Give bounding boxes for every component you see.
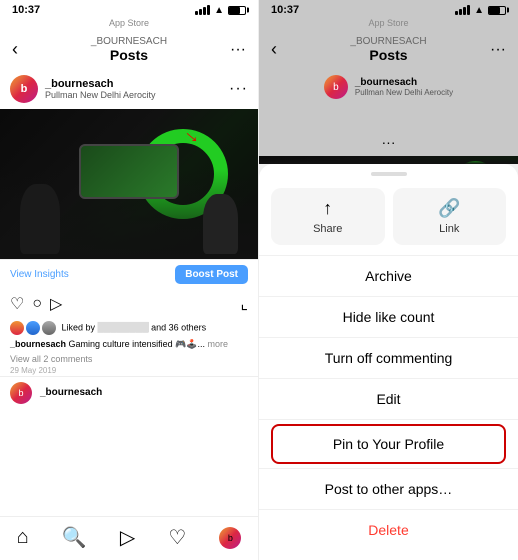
hide-like-item[interactable]: Hide like count bbox=[259, 297, 518, 337]
like-bar: ♡ ○ ▷ ⌞ bbox=[0, 289, 258, 319]
app-store-bar-right: App Store bbox=[259, 18, 518, 30]
post-image-preview-right bbox=[259, 156, 518, 164]
nav-heart-icon[interactable]: ♡ bbox=[168, 525, 186, 550]
status-bar-right: 10:37 ▲ bbox=[259, 0, 518, 18]
bottom-nav: ⌂ 🔍 ▷ ♡ b bbox=[0, 516, 258, 560]
post-username-left: _bournesach bbox=[45, 78, 156, 90]
archive-item[interactable]: Archive bbox=[259, 256, 518, 296]
header-content-left: _BOURNESACH Posts bbox=[91, 36, 167, 63]
battery-icon-right bbox=[488, 6, 506, 15]
like-icon[interactable]: ♡ bbox=[10, 294, 24, 314]
post-header-left: b _bournesach Pullman New Delhi Aerocity… bbox=[0, 69, 258, 109]
link-icon-sheet: 🔗 bbox=[438, 198, 460, 219]
share-icon-sheet: ↑ bbox=[323, 198, 332, 219]
post-image-left: → bbox=[0, 109, 258, 259]
nav-home-icon[interactable]: ⌂ bbox=[17, 526, 29, 549]
share-icon[interactable]: ▷ bbox=[50, 294, 62, 314]
liked-by-suffix: and 36 others bbox=[149, 322, 207, 332]
left-panel: 10:37 ▲ App Store ‹ _BOURNESACH Posts ··… bbox=[0, 0, 259, 560]
post-more-right[interactable]: ··· bbox=[382, 134, 396, 150]
header-title-left: Posts bbox=[91, 47, 167, 63]
header-username-left: _BOURNESACH bbox=[91, 36, 167, 47]
avatar-right: b bbox=[324, 75, 348, 99]
header-more-right[interactable]: ··· bbox=[490, 41, 506, 59]
post-user-info-right: _bournesach Pullman New Delhi Aerocity bbox=[355, 77, 453, 97]
view-comments[interactable]: View all 2 comments bbox=[0, 353, 258, 365]
signal-icon bbox=[195, 5, 210, 15]
post-header-right: b _bournesach Pullman New Delhi Aerocity… bbox=[259, 69, 518, 156]
post-user-left: b _bournesach Pullman New Delhi Aerocity bbox=[10, 75, 156, 103]
sheet-divider-5 bbox=[259, 419, 518, 420]
right-panel: 10:37 ▲ App Store ‹ _BOURNESACH Posts ··… bbox=[259, 0, 518, 560]
header-title-right: Posts bbox=[350, 47, 426, 63]
pin-to-profile-item[interactable]: Pin to Your Profile bbox=[271, 424, 506, 464]
caption-text: Gaming culture intensified 🎮🕹️... bbox=[69, 339, 205, 349]
signal-icon-right bbox=[455, 5, 470, 15]
header-content-right: _BOURNESACH Posts bbox=[350, 36, 426, 63]
back-button-left[interactable]: ‹ bbox=[12, 39, 18, 60]
post-location-right: Pullman New Delhi Aerocity bbox=[355, 88, 453, 97]
post-actions-bar: View Insights Boost Post bbox=[0, 259, 258, 289]
status-icons-left: ▲ bbox=[195, 5, 246, 16]
like-icons: ♡ ○ ▷ bbox=[10, 294, 62, 314]
avatar-left: b bbox=[10, 75, 38, 103]
wifi-icon-right: ▲ bbox=[474, 5, 484, 16]
status-bar-left: 10:37 ▲ bbox=[0, 0, 258, 18]
time-right: 10:37 bbox=[271, 4, 299, 16]
sheet-top-row: ↑ Share 🔗 Link bbox=[259, 188, 518, 255]
wifi-icon: ▲ bbox=[214, 5, 224, 16]
post-user-info-left: _bournesach Pullman New Delhi Aerocity bbox=[45, 78, 156, 100]
post-location-left: Pullman New Delhi Aerocity bbox=[45, 90, 156, 100]
view-insights-link[interactable]: View Insights bbox=[10, 269, 69, 280]
post-image-bg-left: → bbox=[0, 109, 258, 259]
header-left: ‹ _BOURNESACH Posts ··· bbox=[0, 30, 258, 69]
liked-by-avatars bbox=[10, 322, 62, 332]
post-user-right: b _bournesach Pullman New Delhi Aerocity bbox=[324, 75, 453, 99]
liked-by-prefix: Liked by bbox=[62, 322, 98, 332]
boost-post-button[interactable]: Boost Post bbox=[175, 265, 248, 284]
caption: _bournesach Gaming culture intensified 🎮… bbox=[0, 337, 258, 353]
header-more-left[interactable]: ··· bbox=[230, 41, 246, 59]
post-username-right: _bournesach bbox=[355, 77, 453, 88]
nav-profile-icon[interactable]: b bbox=[219, 527, 241, 549]
comment-icon[interactable]: ○ bbox=[32, 295, 42, 313]
bottom-sheet: ↑ Share 🔗 Link Archive Hide like count T… bbox=[259, 164, 518, 560]
nav-search-icon[interactable]: 🔍 bbox=[62, 525, 87, 550]
nav-reels-icon[interactable]: ▷ bbox=[120, 525, 135, 550]
post-to-other-apps-item[interactable]: Post to other apps… bbox=[259, 469, 518, 509]
status-icons-right: ▲ bbox=[455, 5, 506, 16]
time-left: 10:37 bbox=[12, 4, 40, 16]
battery-icon bbox=[228, 6, 246, 15]
comment-username: _bournesach bbox=[40, 387, 102, 398]
delete-item[interactable]: Delete bbox=[259, 510, 518, 550]
caption-username: _bournesach bbox=[10, 339, 66, 349]
more-label[interactable]: more bbox=[208, 339, 229, 349]
liked-by-name: ████████ bbox=[98, 322, 149, 332]
post-date: 29 May 2019 bbox=[0, 365, 258, 376]
header-username-right: _BOURNESACH bbox=[350, 36, 426, 47]
back-button-right[interactable]: ‹ bbox=[271, 39, 277, 60]
app-store-bar-left: App Store bbox=[0, 18, 258, 30]
comment-avatar: b bbox=[10, 382, 32, 404]
liked-by: Liked by ████████ and 36 others bbox=[0, 319, 258, 337]
turn-off-commenting-item[interactable]: Turn off commenting bbox=[259, 338, 518, 378]
bookmark-icon[interactable]: ⌞ bbox=[241, 294, 249, 314]
post-more-left[interactable]: ··· bbox=[229, 80, 248, 98]
header-right: ‹ _BOURNESACH Posts ··· bbox=[259, 30, 518, 69]
link-button[interactable]: 🔗 Link bbox=[393, 188, 507, 245]
link-label: Link bbox=[439, 223, 459, 235]
share-button[interactable]: ↑ Share bbox=[271, 188, 385, 245]
bottom-comment-area: b _bournesach bbox=[0, 376, 258, 409]
edit-item[interactable]: Edit bbox=[259, 379, 518, 419]
sheet-handle bbox=[371, 172, 407, 176]
share-label: Share bbox=[313, 223, 342, 235]
